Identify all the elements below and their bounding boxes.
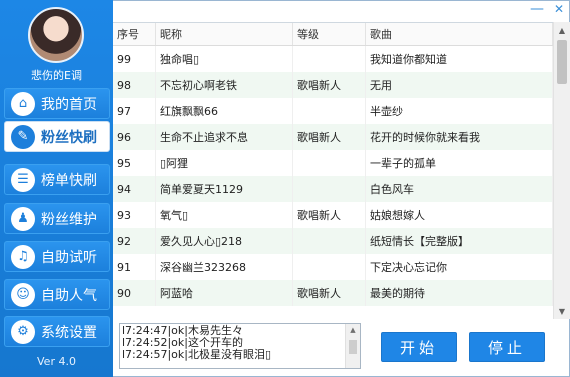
- cell-level: [292, 150, 366, 176]
- cell-song: 一辈子的孤单: [365, 150, 553, 176]
- cell-level: 歌唱新人: [292, 72, 366, 98]
- table-row[interactable]: 95 ▯阿狸 一辈子的孤单: [113, 150, 553, 176]
- sidebar-item-label: 榜单快刷: [41, 172, 97, 189]
- sidebar-item-0[interactable]: ⌂ 我的首页: [4, 88, 110, 119]
- cell-no: 94: [113, 176, 156, 202]
- music-icon: ♫: [11, 244, 35, 269]
- start-button[interactable]: 开始: [381, 332, 457, 362]
- users-icon: ♟: [11, 206, 35, 231]
- cell-no: 99: [113, 45, 156, 72]
- home-icon: ⌂: [11, 91, 35, 116]
- column-header-level[interactable]: 等级: [292, 23, 366, 46]
- cell-nickname: 爱久见人心▯218: [155, 228, 293, 254]
- sidebar-item-label: 我的首页: [41, 96, 97, 113]
- sidebar-item-5[interactable]: ☺ 自助人气: [4, 279, 110, 310]
- cell-song: 白色风车: [365, 176, 553, 202]
- table-row[interactable]: 92 爱久见人心▯218 纸短情长【完整版】: [113, 228, 553, 254]
- avatar[interactable]: [28, 7, 84, 63]
- cell-level: [292, 254, 366, 280]
- cell-level: [292, 228, 366, 254]
- cell-no: 90: [113, 280, 156, 306]
- cell-no: 91: [113, 254, 156, 280]
- log-output[interactable]: l7:24:47|ok|木易先生々 l7:24:52|ok|这个开车的 l7:2…: [119, 323, 361, 369]
- cell-nickname: 独命唱▯: [155, 45, 293, 72]
- cell-song: 我知道你都知道: [365, 45, 553, 72]
- list-icon: ☰: [11, 167, 35, 192]
- scroll-down-icon[interactable]: ▼: [554, 303, 570, 319]
- cell-level: 歌唱新人: [292, 280, 366, 306]
- sidebar-item-2[interactable]: ☰ 榜单快刷: [4, 164, 110, 195]
- cell-no: 97: [113, 98, 156, 124]
- gear-icon: ⚙: [11, 319, 35, 344]
- cell-nickname: 不忘初心啊老铁: [155, 72, 293, 98]
- cell-no: 93: [113, 202, 156, 228]
- sidebar-item-label: 系统设置: [41, 324, 97, 341]
- sidebar-item-1[interactable]: ✎ 粉丝快刷: [4, 121, 110, 152]
- fans-table: 序号 昵称 等级 歌曲 99 独命唱▯ 我知道你都知道 98 不忘初心啊老铁 歌唱新人 无用…: [113, 22, 553, 320]
- table-header-row: 序号 昵称 等级 歌曲: [113, 23, 553, 46]
- cell-level: [292, 45, 366, 72]
- cell-level: [292, 98, 366, 124]
- version-label: Ver 4.0: [37, 355, 76, 368]
- sidebar-item-label: 自助人气: [41, 287, 97, 304]
- sidebar: 悲伤的E调 ⌂ 我的首页 ✎ 粉丝快刷 ☰ 榜单快刷 ♟ 粉丝维护 ♫ 自助试听 ☺ 自助人气 ⚙ 系统设…: [0, 0, 113, 377]
- cell-nickname: 生命不止追求不息: [155, 124, 293, 150]
- log-line: l7:24:57|ok|北极星没有眼泪▯: [122, 348, 272, 361]
- table-row[interactable]: 91 深谷幽兰323268 下定决心忘记你: [113, 254, 553, 280]
- sidebar-item-label: 粉丝维护: [41, 211, 97, 228]
- username: 悲伤的E调: [31, 69, 82, 82]
- cell-no: 92: [113, 228, 156, 254]
- cell-song: 无用: [365, 72, 553, 98]
- cell-no: 95: [113, 150, 156, 176]
- column-header-no[interactable]: 序号: [113, 23, 156, 46]
- tag-icon: ✎: [11, 124, 35, 149]
- cell-nickname: 红旗飘飘66: [155, 98, 293, 124]
- cell-nickname: 深谷幽兰323268: [155, 254, 293, 280]
- cell-level: [292, 176, 366, 202]
- scroll-thumb[interactable]: [557, 40, 567, 84]
- table-row[interactable]: 93 氧气▯ 歌唱新人 姑娘想嫁人: [113, 202, 553, 228]
- cell-nickname: 简单爱夏天1129: [155, 176, 293, 202]
- stop-button[interactable]: 停止: [469, 332, 545, 362]
- sidebar-item-4[interactable]: ♫ 自助试听: [4, 241, 110, 272]
- cell-song: 半壶纱: [365, 98, 553, 124]
- scroll-up-icon[interactable]: ▲: [554, 22, 570, 38]
- column-header-song[interactable]: 歌曲: [365, 23, 553, 46]
- cell-song: 花开的时候你就来看我: [365, 124, 553, 150]
- sidebar-item-label: 自助试听: [41, 249, 97, 266]
- sidebar-item-3[interactable]: ♟ 粉丝维护: [4, 203, 110, 234]
- cell-no: 96: [113, 124, 156, 150]
- minimize-button[interactable]: —: [526, 0, 548, 18]
- cell-nickname: 阿蓝哈: [155, 280, 293, 306]
- close-button[interactable]: ✕: [548, 0, 570, 18]
- scroll-thumb[interactable]: [349, 340, 357, 354]
- cell-song: 姑娘想嫁人: [365, 202, 553, 228]
- cell-song: 下定决心忘记你: [365, 254, 553, 280]
- sidebar-item-6[interactable]: ⚙ 系统设置: [4, 316, 110, 347]
- cell-song: 最美的期待: [365, 280, 553, 306]
- log-scrollbar[interactable]: ▲: [345, 324, 360, 368]
- table-row[interactable]: 98 不忘初心啊老铁 歌唱新人 无用: [113, 72, 553, 98]
- table-row[interactable]: 99 独命唱▯ 我知道你都知道: [113, 45, 553, 72]
- cell-level: 歌唱新人: [292, 202, 366, 228]
- cell-nickname: ▯阿狸: [155, 150, 293, 176]
- cell-level: 歌唱新人: [292, 124, 366, 150]
- people-icon: ☺: [11, 282, 35, 307]
- cell-song: 纸短情长【完整版】: [365, 228, 553, 254]
- sidebar-item-label: 粉丝快刷: [41, 129, 97, 146]
- table-row[interactable]: 96 生命不止追求不息 歌唱新人 花开的时候你就来看我: [113, 124, 553, 150]
- table-row[interactable]: 94 简单爱夏天1129 白色风车: [113, 176, 553, 202]
- column-header-nickname[interactable]: 昵称: [155, 23, 293, 46]
- window-controls: — ✕: [526, 0, 570, 20]
- cell-nickname: 氧气▯: [155, 202, 293, 228]
- cell-no: 98: [113, 72, 156, 98]
- table-row[interactable]: 90 阿蓝哈 歌唱新人 最美的期待: [113, 280, 553, 306]
- table-scrollbar[interactable]: ▲ ▼: [553, 22, 570, 319]
- scroll-up-icon[interactable]: ▲: [346, 324, 360, 336]
- table-row[interactable]: 97 红旗飘飘66 半壶纱: [113, 98, 553, 124]
